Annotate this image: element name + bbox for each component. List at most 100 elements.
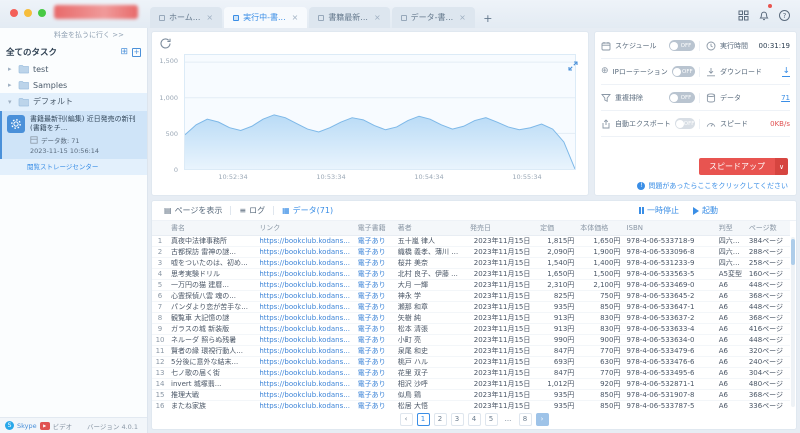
cell-link[interactable]: https://bookclub.kodans... [256, 268, 354, 279]
page-prev-button[interactable]: ‹ [400, 413, 413, 426]
cell-link[interactable]: https://bookclub.kodans... [256, 235, 354, 246]
page-button-2[interactable]: 2 [434, 413, 447, 426]
auto-export-setting: 自動エクスポート OFF [601, 118, 699, 129]
table-scrollbar[interactable] [791, 237, 795, 407]
cell-link[interactable]: https://bookclub.kodans... [256, 312, 354, 323]
tab-log[interactable]: ≡ ログ [235, 205, 269, 216]
apps-grid-icon[interactable] [738, 10, 749, 21]
skype-icon[interactable]: S [5, 421, 14, 430]
sidebar-folder-default[interactable]: ▾ デフォルト [0, 93, 147, 110]
toggle-state: OFF [681, 69, 694, 75]
window-maximize-button[interactable] [38, 9, 46, 17]
video-icon[interactable]: ▶ [40, 422, 50, 430]
tab-bar: ホーム... × 実行中-書... × 書籍最新... × データ-書... ×… [150, 4, 496, 28]
notification-bell-icon[interactable] [758, 6, 770, 25]
app-window: ホーム... × 実行中-書... × 書籍最新... × データ-書... ×… [0, 0, 800, 433]
payment-link[interactable]: 料金を払うに行く >> [0, 28, 147, 43]
close-icon[interactable]: × [459, 13, 466, 22]
folder-name: test [33, 65, 48, 74]
cell-date: 2023年11月15日 [467, 268, 537, 279]
chevron-down-icon[interactable]: ∨ [775, 158, 788, 175]
cell-ebook: 電子あり [355, 279, 395, 290]
close-icon[interactable]: × [374, 13, 381, 22]
speed-up-button[interactable]: スピードアップ ∨ [699, 158, 788, 175]
sidebar-folder-samples[interactable]: ▸ Samples [0, 77, 147, 93]
table-row: 2古都探訪 雷神の謎...https://bookclub.kodans...電… [152, 246, 790, 257]
chart-y-axis: 1,5001,0005000 [152, 54, 180, 170]
filter-icon [601, 93, 611, 103]
pause-button[interactable]: 一時停止 [639, 205, 680, 216]
view-grid-icon[interactable]: ⊞ [120, 48, 128, 57]
cell-link[interactable]: https://bookclub.kodans... [256, 334, 354, 345]
cell-link[interactable]: https://bookclub.kodans... [256, 356, 354, 367]
speed-up-label: スピードアップ [699, 158, 775, 175]
scrollbar-thumb[interactable] [791, 239, 795, 265]
cell-format: A6 [716, 400, 746, 409]
data-count-row: データ 71 [699, 93, 790, 103]
add-task-icon[interactable]: + [132, 48, 141, 57]
cell-isbn: 978-4-06-533718-9 [623, 235, 715, 246]
dedup-toggle[interactable]: OFF [669, 92, 695, 103]
cell-link[interactable]: https://bookclub.kodans... [256, 257, 354, 268]
sidebar-folder-test[interactable]: ▸ test [0, 61, 147, 77]
tab-running-task[interactable]: 実行中-書... × [224, 7, 307, 28]
cell-link[interactable]: https://bookclub.kodans... [256, 301, 354, 312]
cell-date: 2023年11月15日 [467, 334, 537, 345]
cell-no: 13 [152, 367, 168, 378]
browser-icon: ▤ [164, 206, 172, 215]
page-button-4[interactable]: 4 [468, 413, 481, 426]
x-axis-label: 10:52:34 [218, 173, 247, 181]
cell-link[interactable]: https://bookclub.kodans... [256, 345, 354, 356]
cell-link[interactable]: https://bookclub.kodans... [256, 378, 354, 389]
page-next-button[interactable]: › [536, 413, 549, 426]
cell-link[interactable]: https://bookclub.kodans... [256, 279, 354, 290]
cell-link[interactable]: https://bookclub.kodans... [256, 367, 354, 378]
window-close-button[interactable] [10, 9, 18, 17]
help-icon[interactable]: ? [779, 10, 790, 21]
skype-label[interactable]: Skype [17, 422, 37, 430]
page-button-1[interactable]: 1 [417, 413, 430, 426]
expand-icon[interactable] [568, 56, 580, 68]
cell-base_price: 750円 [577, 290, 623, 301]
schedule-toggle[interactable]: OFF [669, 40, 695, 51]
tab-task-edit[interactable]: 書籍最新... × [309, 7, 389, 28]
data-count-value[interactable]: 71 [781, 94, 790, 102]
refresh-icon[interactable] [158, 36, 172, 50]
storage-center-link[interactable]: 閲覧ストレージセンター [0, 159, 147, 171]
close-icon[interactable]: × [206, 13, 213, 22]
page-button-3[interactable]: 3 [451, 413, 464, 426]
cell-isbn: 978-4-06-533495-6 [623, 367, 715, 378]
cell-title: 心霊探偵八雲 魂の... [168, 290, 256, 301]
window-minimize-button[interactable] [24, 9, 32, 17]
download-action-icon[interactable]: ↓ [782, 67, 790, 77]
cell-link[interactable]: https://bookclub.kodans... [256, 389, 354, 400]
cell-link[interactable]: https://bookclub.kodans... [256, 246, 354, 257]
video-label[interactable]: ビデオ [53, 421, 73, 431]
page-button-5[interactable]: 5 [485, 413, 498, 426]
alert-icon: ! [637, 182, 645, 190]
cell-no: 1 [152, 235, 168, 246]
ip-rotation-toggle[interactable]: OFF [672, 66, 695, 77]
cell-no: 14 [152, 378, 168, 389]
cell-no: 9 [152, 323, 168, 334]
cell-link[interactable]: https://bookclub.kodans... [256, 323, 354, 334]
tab-home[interactable]: ホーム... × [150, 7, 222, 28]
cell-link[interactable]: https://bookclub.kodans... [256, 290, 354, 301]
cell-ebook: 電子あり [355, 356, 395, 367]
tab-icon [318, 15, 324, 21]
globe-icon: ⊕ [601, 67, 609, 76]
tab-show-page[interactable]: ▤ ページを表示 [160, 205, 226, 216]
tab-data[interactable]: データ-書... × [392, 7, 475, 28]
close-icon[interactable]: × [292, 13, 299, 22]
tab-data[interactable]: ▦ データ(71) [278, 205, 337, 216]
start-button[interactable]: 起動 [693, 205, 718, 216]
new-tab-button[interactable]: + [480, 10, 496, 26]
cell-pages: 336ページ [746, 400, 790, 409]
auto-export-toggle[interactable]: OFF [675, 118, 696, 129]
cell-link[interactable]: https://bookclub.kodans... [256, 400, 354, 409]
ip-rotation-label: IPローテーション [613, 67, 668, 77]
page-button-8[interactable]: 8 [519, 413, 532, 426]
trouble-help-link[interactable]: ! 問題があったらここをクリックしてください [637, 181, 788, 191]
cell-price: 2,090円 [537, 246, 577, 257]
task-list-item[interactable]: 書籍最新刊(編集) 近日発売の新刊(書籍をチ... データ数: 71 2023-… [0, 111, 147, 159]
